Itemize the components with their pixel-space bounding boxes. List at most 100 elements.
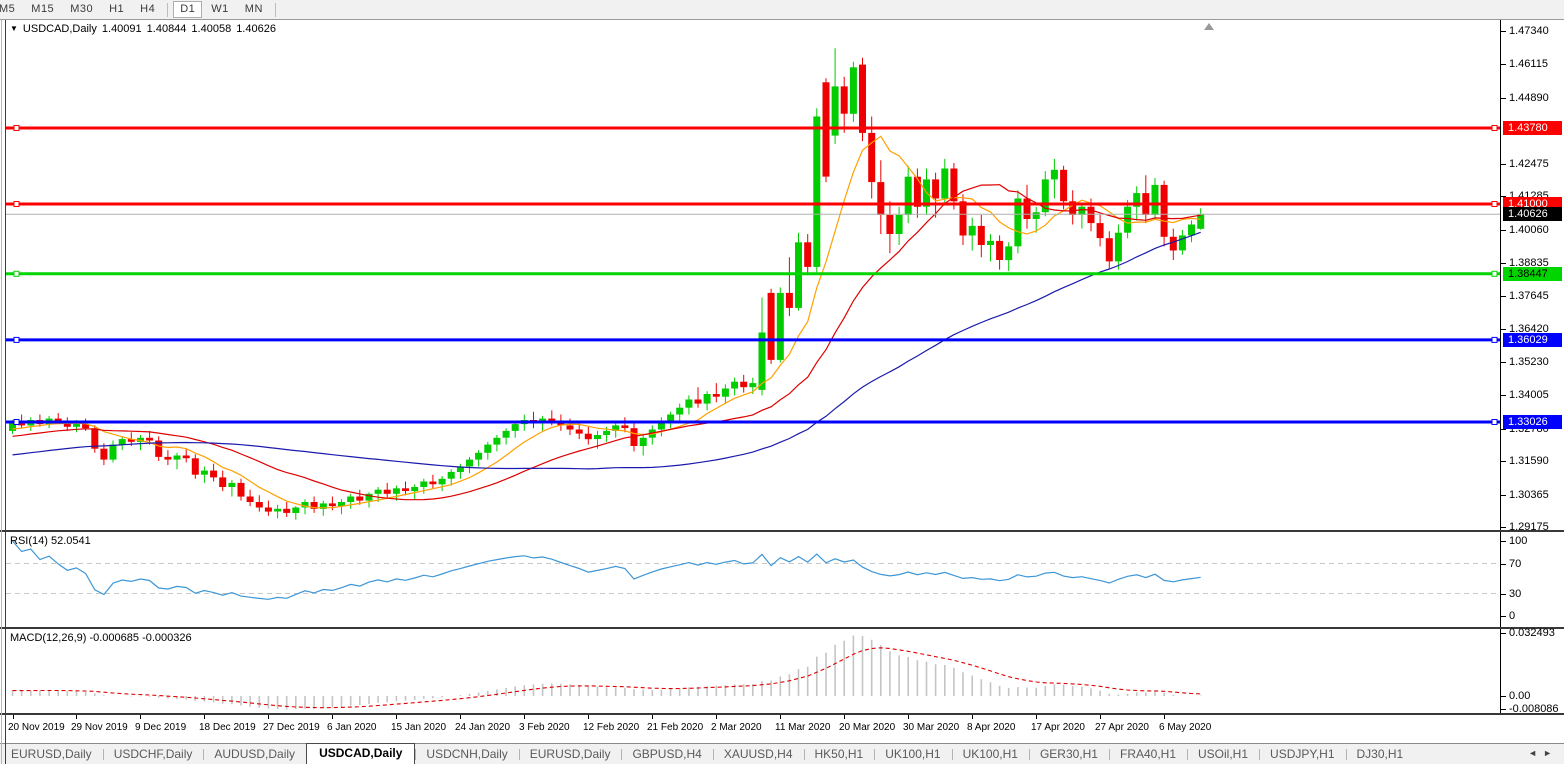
toolbar-separator (167, 2, 169, 17)
chart-tab-fra40-h1[interactable]: FRA40,H1 (1108, 745, 1187, 764)
macd-tick-label: 0.032493 (1509, 627, 1555, 639)
time-tick (204, 715, 205, 719)
timeframe-button-h4[interactable]: H4 (133, 1, 162, 18)
chart-low-value: 1.40058 (191, 23, 232, 35)
date-label: 27 Dec 2019 (263, 722, 320, 733)
axis-tick (1501, 461, 1506, 462)
rsi-tick-label: 30 (1509, 588, 1522, 600)
axis-tick (1501, 541, 1506, 542)
tabs-scroll-left-icon[interactable]: ◄ (1528, 748, 1543, 758)
axis-tick (1501, 395, 1506, 396)
timeframe-button-d1[interactable]: D1 (173, 1, 203, 18)
axis-tick (1501, 329, 1506, 330)
date-label: 11 Mar 2020 (775, 722, 831, 733)
time-tick (844, 715, 845, 719)
chart-tab-usoil-h1[interactable]: USOil,H1 (1187, 745, 1259, 764)
time-tick (1100, 715, 1101, 719)
ma-line-mid (12, 184, 1201, 501)
time-tick (396, 715, 397, 719)
chart-dropdown-icon[interactable]: ▼ (10, 24, 18, 35)
macd-label: MACD(12,26,9) -0.000685 -0.000326 (10, 632, 192, 644)
time-tick (460, 715, 461, 719)
price-tick-label: 1.40060 (1509, 224, 1549, 236)
chart-tab-xauusd-h4[interactable]: XAUUSD,H4 (712, 745, 804, 764)
hline-1.33026[interactable] (6, 419, 1500, 425)
chart-tab-dj30-h1[interactable]: DJ30,H1 (1345, 745, 1415, 764)
axis-tick (1501, 616, 1506, 617)
mt4-terminal: M5 M15 M30 H1 H4 D1 W1 MN ▼ USDCAD,Daily 1.4009… (0, 0, 1564, 764)
axis-tick (1501, 527, 1506, 528)
timeframe-button-h1[interactable]: H1 (102, 1, 131, 18)
price-tick-label: 1.37645 (1509, 290, 1549, 302)
timeframe-button-mn[interactable]: MN (238, 1, 270, 18)
hline-1.41000[interactable] (6, 201, 1500, 207)
chart-tab-usdjpy-h1[interactable]: USDJPY,H1 (1259, 745, 1345, 764)
time-tick (524, 715, 525, 719)
rsi-plot[interactable] (6, 532, 1500, 627)
rsi-label: RSI(14) 52.0541 (10, 535, 91, 547)
timeframe-button-m15[interactable]: M15 (24, 1, 61, 18)
price-axis[interactable]: 1.47340 1.46115 1.44890 1.42475 1.41285 1.400… (1500, 20, 1564, 533)
chart-tab-gbpusd-h4[interactable]: GBPUSD,H4 (621, 745, 712, 764)
hline-price-label: 1.43780 (1503, 121, 1562, 135)
macd-plot[interactable] (6, 629, 1500, 713)
ma-line-fast (12, 135, 1201, 509)
axis-tick (1501, 230, 1506, 231)
price-tick-label: 1.31590 (1509, 455, 1549, 467)
time-tick (780, 715, 781, 719)
time-axis[interactable]: 20 Nov 2019 29 Nov 2019 9 Dec 2019 18 Dec 2… (0, 715, 1564, 744)
chart-tab-usdcnh-daily[interactable]: USDCNH,Daily (415, 745, 518, 764)
hline-1.36029[interactable] (6, 336, 1500, 343)
chart-tab-usdcad-daily[interactable]: USDCAD,Daily (306, 743, 416, 764)
macd-signal-line (12, 647, 1201, 709)
time-tick (908, 715, 909, 719)
current-price-label: 1.40626 (1503, 207, 1562, 221)
macd-panel[interactable]: MACD(12,26,9) -0.000685 -0.000326 (6, 629, 1500, 713)
time-tick (716, 715, 717, 719)
axis-tick (1501, 696, 1506, 697)
macd-label-text: MACD(12,26,9) -0.000685 -0.000326 (10, 632, 192, 644)
chart-window: ▼ USDCAD,Daily 1.40091 1.40844 1.40058 1… (0, 20, 1564, 764)
time-tick (652, 715, 653, 719)
chart-tab-hk50-h1[interactable]: HK50,H1 (803, 745, 875, 764)
candles (9, 64, 1205, 513)
chart-tab-usdchf-daily[interactable]: USDCHF,Daily (102, 745, 204, 764)
timeframe-button-m5[interactable]: M5 (0, 1, 22, 18)
rsi-axis[interactable]: 100 70 30 0 (1500, 532, 1564, 627)
date-label: 9 Dec 2019 (135, 722, 187, 733)
macd-axis[interactable]: 0.032493 0.00 -0.008086 (1500, 627, 1564, 715)
timeframe-toolbar: M5 M15 M30 H1 H4 D1 W1 MN (0, 0, 1564, 20)
toolbar-separator (274, 2, 276, 17)
chart-symbol-period: USDCAD,Daily (22, 23, 97, 35)
timeframe-button-w1[interactable]: W1 (204, 1, 236, 18)
chart-close-value: 1.40626 (236, 23, 276, 35)
timeframe-button-m30[interactable]: M30 (63, 1, 100, 18)
tabs-scroll-right-icon[interactable]: ► (1543, 748, 1558, 758)
chart-tab-eurusd-daily[interactable]: EURUSD,Daily (0, 745, 103, 764)
rsi-panel[interactable]: RSI(14) 52.0541 (6, 532, 1500, 627)
date-label: 20 Mar 2020 (839, 722, 896, 733)
rsi-tick-label: 0 (1509, 610, 1516, 622)
axis-tick (1501, 362, 1506, 363)
date-label: 21 Feb 2020 (647, 722, 704, 733)
date-label: 3 Feb 2020 (519, 722, 570, 733)
chart-tab-eurusd-daily[interactable]: EURUSD,Daily (518, 745, 622, 764)
time-tick (1036, 715, 1037, 719)
hline-1.38447[interactable] (6, 270, 1500, 277)
chart-tab-ger30-h1[interactable]: GER30,H1 (1028, 745, 1109, 764)
price-tick-label: 1.35230 (1509, 356, 1549, 368)
chart-tab-uk100-h1[interactable]: UK100,H1 (874, 745, 951, 764)
chart-tab-audusd-daily[interactable]: AUDUSD,Daily (203, 745, 306, 764)
axis-tick (1501, 709, 1506, 710)
candlestick-chart[interactable] (6, 20, 1500, 530)
tabs-scroll-controls: ◄► (1528, 748, 1558, 758)
chart-shift-marker-icon[interactable] (1204, 23, 1214, 30)
hline-1.43780[interactable] (6, 125, 1500, 131)
chart-tab-uk100-h1[interactable]: UK100,H1 (951, 745, 1029, 764)
date-label: 18 Dec 2019 (199, 722, 256, 733)
time-tick (1164, 715, 1165, 719)
time-tick (13, 715, 14, 719)
date-label: 6 Jan 2020 (327, 722, 377, 733)
price-chart-canvas[interactable]: ▼ USDCAD,Daily 1.40091 1.40844 1.40058 1… (6, 20, 1500, 530)
time-tick (76, 715, 77, 719)
